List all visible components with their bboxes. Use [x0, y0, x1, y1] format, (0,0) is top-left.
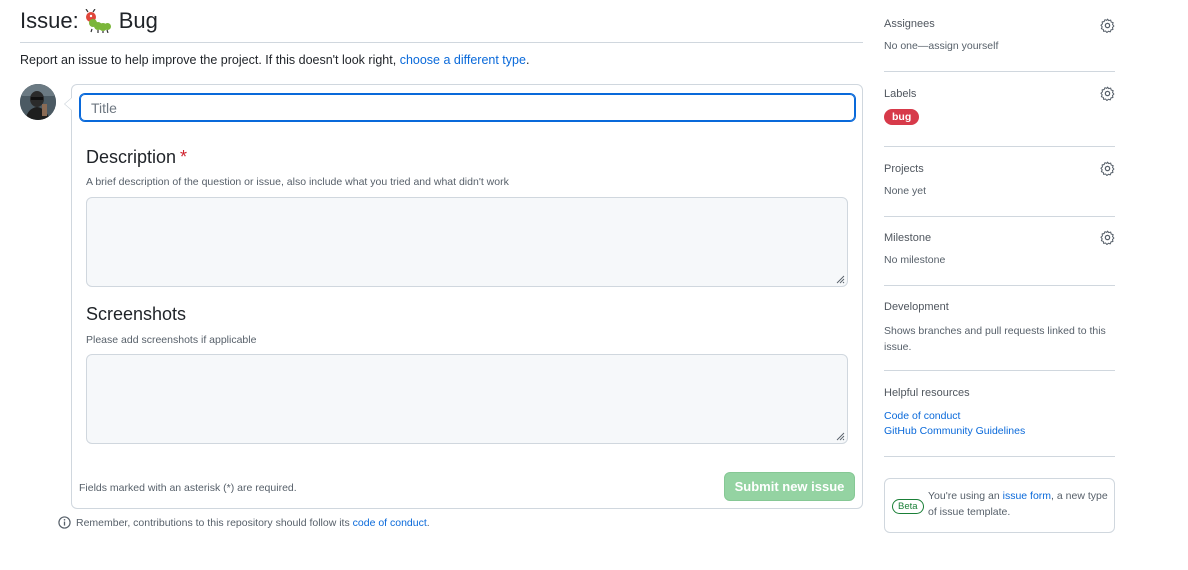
gear-icon[interactable] — [1100, 161, 1115, 176]
report-text: Report an issue to help improve the proj… — [20, 53, 397, 67]
beta-text-before: You're using an — [928, 490, 1000, 502]
page-title: Issue: Bug — [20, 8, 158, 34]
submit-new-issue-button[interactable]: Submit new issue — [724, 472, 855, 501]
milestone-heading: Milestone — [884, 232, 932, 244]
development-value: Shows branches and pull requests linked … — [884, 325, 1106, 353]
avatar[interactable] — [20, 84, 56, 120]
title-name: Bug — [118, 8, 158, 33]
issue-form: Description* A brief description of the … — [64, 84, 863, 509]
remember-text: Remember, contributions to this reposito… — [76, 516, 350, 529]
description-textarea[interactable] — [86, 197, 848, 287]
contribution-reminder: Remember, contributions to this reposito… — [58, 516, 430, 529]
choose-different-type-link[interactable]: choose a different type — [400, 53, 526, 67]
helpful-resources-heading: Helpful resources — [884, 387, 970, 399]
info-icon — [58, 516, 71, 529]
header-divider — [20, 42, 863, 43]
assignees-section: Assignees No one—assign yourself — [884, 18, 1115, 52]
milestone-section: Milestone No milestone — [884, 230, 1115, 266]
description-help: A brief description of the question or i… — [86, 176, 509, 188]
label-bug[interactable]: bug — [884, 109, 920, 125]
sidebar-divider — [884, 285, 1115, 286]
screenshots-textarea[interactable] — [86, 354, 848, 444]
title-input[interactable] — [79, 93, 856, 122]
code-of-conduct-link[interactable]: code of conduct — [353, 517, 427, 529]
gear-icon[interactable] — [1100, 86, 1115, 101]
screenshots-label: Screenshots — [86, 304, 187, 324]
resource-code-of-conduct-link[interactable]: Code of conduct — [884, 410, 960, 422]
bug-icon — [85, 8, 111, 34]
page-header: Issue: Bug — [20, 6, 158, 36]
sidebar-divider — [884, 456, 1115, 457]
title-prefix: Issue: — [20, 8, 79, 33]
milestone-value: No milestone — [884, 254, 946, 266]
gear-icon[interactable] — [1100, 18, 1115, 33]
labels-heading: Labels — [884, 88, 917, 100]
beta-text: You're using an issue form, a new type o… — [928, 489, 1108, 520]
report-end: . — [525, 53, 530, 67]
description-label: Description * — [86, 147, 187, 168]
report-intro: Report an issue to help improve the proj… — [20, 53, 529, 67]
sidebar-divider — [884, 370, 1115, 371]
projects-heading: Projects — [884, 163, 924, 175]
resize-grip-icon[interactable] — [836, 275, 845, 284]
description-label-text: Description — [86, 147, 177, 167]
required-fields-note: Fields marked with an asterisk (*) are r… — [79, 482, 297, 494]
labels-section: Labels bug — [884, 86, 1115, 125]
resource-community-guidelines-link[interactable]: GitHub Community Guidelines — [884, 425, 1025, 437]
projects-section: Projects None yet — [884, 161, 1115, 197]
sidebar-divider — [884, 71, 1115, 72]
assignees-heading: Assignees — [884, 18, 935, 30]
screenshots-help: Please add screenshots if applicable — [86, 334, 257, 346]
resize-grip-icon[interactable] — [836, 432, 845, 441]
assign-yourself-link[interactable]: No one—assign yourself — [884, 40, 1115, 52]
development-section: Development Shows branches and pull requ… — [884, 301, 1115, 355]
development-heading: Development — [884, 301, 949, 313]
helpful-resources-section: Helpful resources Code of conduct GitHub… — [884, 387, 1115, 439]
required-asterisk: * — [180, 147, 188, 167]
remember-end: . — [426, 516, 430, 529]
gear-icon[interactable] — [1100, 230, 1115, 245]
sidebar-divider — [884, 146, 1115, 147]
issue-form-link[interactable]: issue form — [1003, 490, 1051, 502]
beta-notice: Beta You're using an issue form, a new t… — [884, 478, 1115, 533]
beta-badge: Beta — [892, 499, 924, 514]
projects-value: None yet — [884, 185, 927, 197]
sidebar-divider — [884, 216, 1115, 217]
